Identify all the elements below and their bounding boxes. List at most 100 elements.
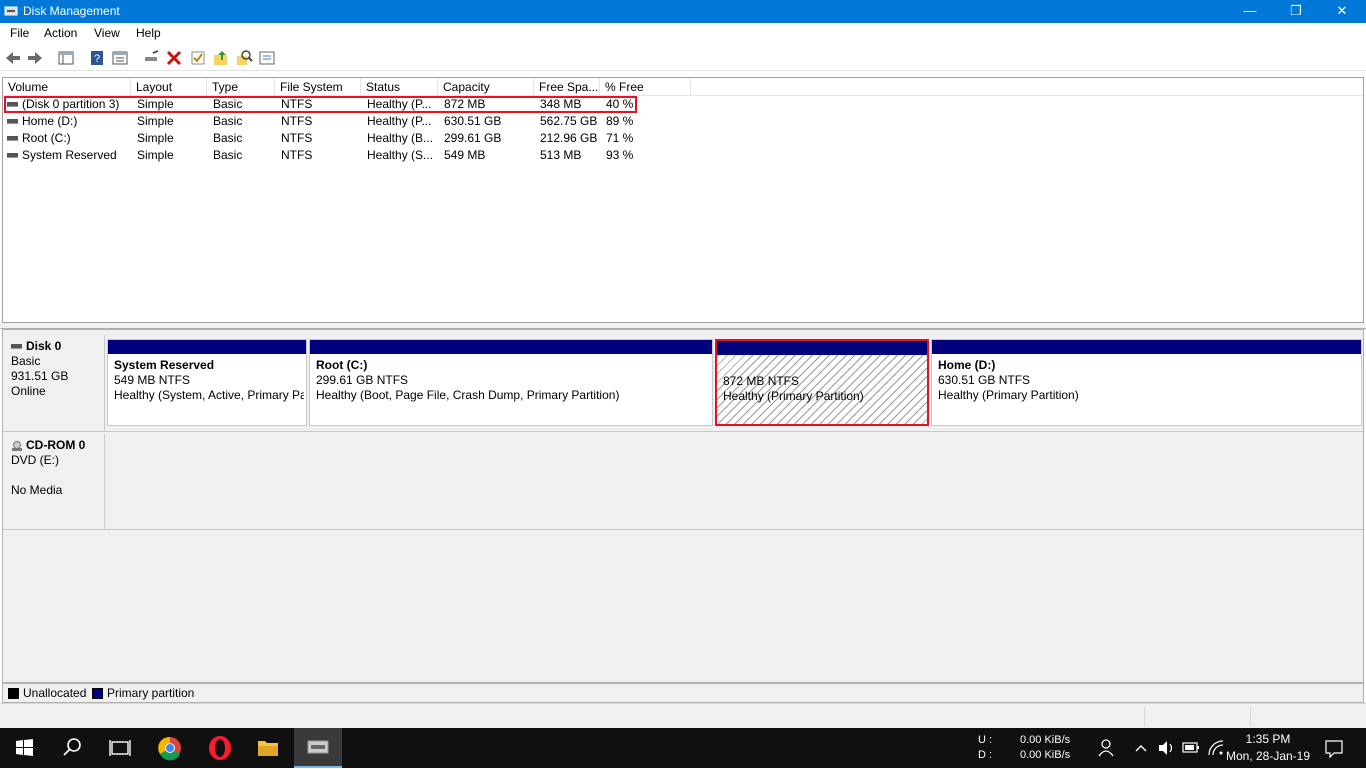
selected-row-highlight — [4, 96, 637, 113]
table-row[interactable]: Home (D:) Simple Basic NTFS Healthy (P..… — [3, 113, 643, 130]
partition-status: Healthy (Primary Partition) — [723, 389, 864, 403]
settings-icon[interactable] — [258, 49, 276, 67]
opera-icon[interactable] — [196, 728, 244, 768]
cell-file-system: NTFS — [281, 148, 313, 162]
back-icon[interactable] — [4, 49, 22, 67]
partition-size: 872 MB NTFS — [723, 374, 800, 388]
people-icon[interactable] — [1096, 728, 1116, 768]
upload-speed: 0.00 KiB/s — [1020, 734, 1071, 746]
legend: Unallocated Primary partition — [2, 683, 1364, 703]
col-layout[interactable]: Layout — [131, 78, 207, 96]
col-status[interactable]: Status — [361, 78, 438, 96]
cell-file-system: NTFS — [281, 131, 313, 145]
disk-management-taskbar-button[interactable] — [294, 728, 342, 768]
chrome-icon[interactable] — [146, 728, 194, 768]
clock[interactable]: 1:35 PM Mon, 28-Jan-19 — [1222, 728, 1314, 768]
partition-system-reserved[interactable]: System Reserved 549 MB NTFS Healthy (Sys… — [107, 339, 307, 426]
check-icon[interactable] — [189, 49, 207, 67]
partition-bar — [310, 340, 712, 354]
partition-status: Healthy (System, Active, Primary Partiti… — [114, 388, 304, 402]
partition-status: Healthy (Boot, Page File, Crash Dump, Pr… — [316, 388, 620, 402]
partition-root-c[interactable]: Root (C:) 299.61 GB NTFS Healthy (Boot, … — [309, 339, 713, 426]
disk-management-icon — [307, 740, 329, 754]
col-type[interactable]: Type — [207, 78, 275, 96]
disk-0-label[interactable]: Disk 0 Basic 931.51 GB Online — [3, 335, 105, 431]
cell-type: Basic — [213, 114, 243, 128]
col-percent-free[interactable]: % Free — [600, 78, 691, 96]
menu-action[interactable]: Action — [44, 26, 77, 40]
unallocated-swatch — [8, 688, 19, 699]
cell-volume: System Reserved — [7, 147, 131, 164]
disk-map: Disk 0 Basic 931.51 GB Online System Res… — [2, 329, 1364, 683]
cell-free-space: 513 MB — [540, 148, 582, 162]
close-button[interactable]: ✕ — [1319, 0, 1365, 23]
start-icon[interactable] — [0, 728, 48, 768]
window-title: Disk Management — [23, 4, 120, 18]
disk-management-icon — [4, 6, 18, 16]
col-file-system[interactable]: File System — [275, 78, 361, 96]
taskbar: U : 0.00 KiB/s D : 0.00 KiB/s 1:35 PM Mo… — [0, 728, 1366, 768]
cell-free-space: 212.96 GB — [540, 131, 598, 145]
upload-label: U : — [978, 734, 993, 746]
connect-icon[interactable] — [142, 49, 160, 67]
disk-icon — [11, 344, 22, 350]
disk-0-state: Online — [11, 384, 46, 398]
col-capacity[interactable]: Capacity — [438, 78, 534, 96]
cell-capacity: 630.51 GB — [444, 114, 502, 128]
cdrom-0-label[interactable]: CD-ROM 0 DVD (E:) No Media — [3, 434, 105, 529]
properties-icon[interactable] — [111, 49, 129, 67]
legend-primary: Primary partition — [107, 686, 195, 700]
partition-home-d[interactable]: Home (D:) 630.51 GB NTFS Healthy (Primar… — [931, 339, 1362, 426]
export-icon[interactable] — [212, 49, 230, 67]
row-divider — [3, 431, 1363, 432]
partition-disk0-3-selected[interactable]: 872 MB NTFS Healthy (Primary Partition) — [715, 339, 929, 426]
cell-status: Healthy (P... — [367, 114, 432, 128]
cell-volume: Home (D:) — [7, 113, 131, 130]
restore-button[interactable]: ❐ — [1273, 0, 1319, 23]
status-divider — [1250, 707, 1251, 727]
drive-icon — [7, 136, 18, 142]
menu-help[interactable]: Help — [136, 26, 161, 40]
search-icon[interactable] — [48, 728, 96, 768]
chevron-up-icon[interactable] — [1133, 728, 1149, 768]
network-speed: U : 0.00 KiB/s D : 0.00 KiB/s — [978, 728, 1078, 768]
cell-layout: Simple — [137, 131, 174, 145]
volume-list-header: Volume Layout Type File System Status Ca… — [3, 78, 1363, 96]
partition-bar — [717, 341, 927, 355]
notification-icon[interactable] — [1322, 728, 1346, 768]
file-explorer-icon[interactable] — [244, 728, 292, 768]
search-icon[interactable] — [235, 49, 253, 67]
menu-view[interactable]: View — [94, 26, 120, 40]
download-label: D : — [978, 749, 993, 761]
partition-name: Root (C:) — [316, 358, 368, 372]
cell-volume: Root (C:) — [7, 130, 131, 147]
partition-name: System Reserved — [114, 358, 215, 372]
task-view-icon[interactable] — [96, 728, 144, 768]
cell-status: Healthy (S... — [367, 148, 434, 162]
title-bar: Disk Management — ❐ ✕ — [0, 0, 1366, 23]
partition-size: 549 MB NTFS — [114, 373, 191, 387]
menu-file[interactable]: File — [10, 26, 29, 40]
col-free-space[interactable]: Free Spa... — [534, 78, 600, 96]
volume-icon[interactable] — [1156, 728, 1176, 768]
clock-time: 1:35 PM — [1245, 732, 1291, 746]
col-volume[interactable]: Volume — [3, 78, 131, 96]
cell-percent-free: 71 % — [606, 131, 634, 145]
table-row[interactable]: Root (C:) Simple Basic NTFS Healthy (B..… — [3, 130, 643, 147]
forward-icon[interactable] — [26, 49, 44, 67]
menu-bar: File Action View Help — [0, 23, 1366, 45]
table-row[interactable]: System Reserved Simple Basic NTFS Health… — [3, 147, 643, 164]
cell-capacity: 299.61 GB — [444, 131, 502, 145]
status-bar — [0, 703, 1366, 728]
volume-list: Volume Layout Type File System Status Ca… — [2, 77, 1364, 323]
status-divider — [1144, 707, 1145, 727]
delete-icon[interactable] — [165, 49, 183, 67]
partition-status: Healthy (Primary Partition) — [938, 388, 1079, 402]
cdrom-icon — [12, 440, 22, 451]
cdrom-0-state: No Media — [11, 483, 63, 497]
minimize-button[interactable]: — — [1227, 0, 1273, 23]
battery-icon[interactable] — [1181, 728, 1201, 768]
download-speed: 0.00 KiB/s — [1020, 749, 1071, 761]
help-icon[interactable]: ? — [88, 49, 106, 67]
console-tree-icon[interactable] — [57, 49, 75, 67]
